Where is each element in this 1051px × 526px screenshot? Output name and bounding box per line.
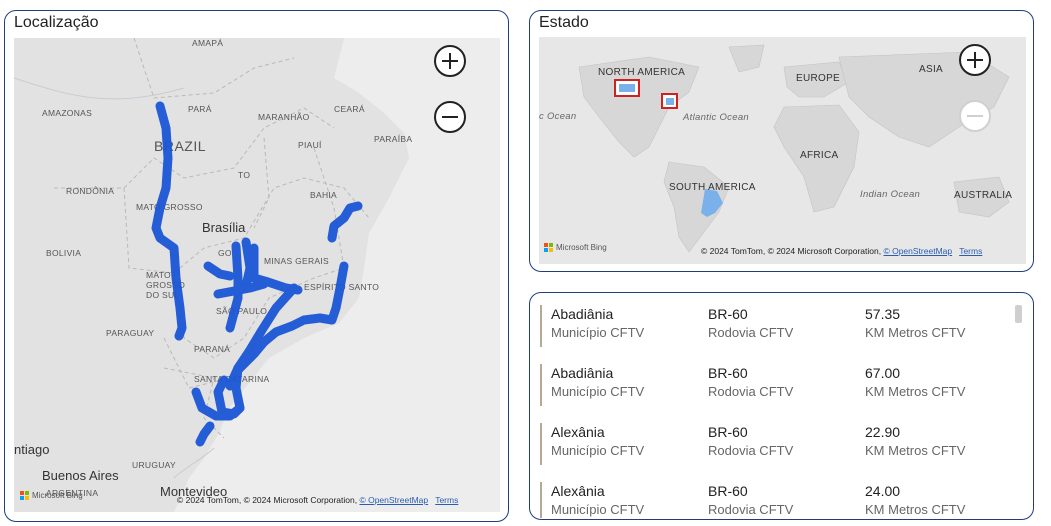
- bing-logo: Microsoft Bing: [20, 491, 83, 500]
- map-attribution: © 2024 TomTom, © 2024 Microsoft Corporat…: [177, 495, 459, 505]
- route-goias-a: [203, 261, 235, 281]
- municipio-cell: Alexânia Município CFTV: [551, 483, 645, 517]
- localizacao-title: Localização: [14, 14, 99, 31]
- list-item[interactable]: Abadiânia Município CFTV BR-60 Rodovia C…: [540, 362, 1010, 408]
- plus-icon: [967, 52, 983, 68]
- zoom-in-button[interactable]: [959, 44, 991, 76]
- terms-link[interactable]: Terms: [435, 495, 458, 505]
- label-pacific-ocean: c Ocean: [539, 111, 577, 122]
- estado-title: Estado: [539, 14, 589, 31]
- label-europe: EUROPE: [796, 73, 841, 84]
- minus-icon: [967, 115, 983, 117]
- label-indian-ocean: Indian Ocean: [860, 189, 921, 200]
- zoom-in-button[interactable]: [434, 45, 466, 77]
- zoom-out-button[interactable]: [959, 100, 991, 132]
- list-item[interactable]: Abadiânia Município CFTV BR-60 Rodovia C…: [540, 303, 1010, 349]
- label-africa: AFRICA: [800, 150, 839, 161]
- label-south-america: SOUTH AMERICA: [669, 182, 756, 193]
- cftv-route-overlay[interactable]: [14, 38, 500, 512]
- km-cell: 22.90 KM Metros CFTV: [865, 424, 966, 458]
- route-bahia: [327, 201, 363, 243]
- municipio-cell: Abadiânia Município CFTV: [551, 365, 645, 399]
- openstreetmap-link[interactable]: © OpenStreetMap: [883, 246, 952, 256]
- list-item[interactable]: Alexânia Município CFTV BR-60 Rodovia CF…: [540, 480, 1010, 518]
- list-item[interactable]: Alexânia Município CFTV BR-60 Rodovia CF…: [540, 421, 1010, 467]
- route-br-163: [151, 101, 187, 341]
- rodovia-cell: BR-60 Rodovia CFTV: [708, 424, 794, 458]
- label-north-america: NORTH AMERICA: [598, 67, 686, 78]
- minus-icon: [442, 116, 458, 118]
- localizacao-map[interactable]: AMAPÁ AMAZONAS PARÁ MARANHÃO CEARÁ BRAZI…: [14, 38, 500, 512]
- label-asia: ASIA: [919, 64, 943, 75]
- km-cell: 24.00 KM Metros CFTV: [865, 483, 966, 517]
- list-scrollbar[interactable]: [1015, 305, 1022, 323]
- zoom-out-button[interactable]: [434, 101, 466, 133]
- plus-icon: [442, 53, 458, 69]
- estado-map[interactable]: NORTH AMERICA EUROPE ASIA Atlantic Ocean…: [539, 37, 1026, 264]
- municipio-cell: Alexânia Município CFTV: [551, 424, 645, 458]
- rodovia-cell: BR-60 Rodovia CFTV: [708, 483, 794, 517]
- rodovia-cell: BR-60 Rodovia CFTV: [708, 306, 794, 340]
- route-goias-c: [241, 237, 255, 291]
- label-australia: AUSTRALIA: [954, 190, 1013, 201]
- route-goias-e: [213, 279, 269, 299]
- km-cell: 67.00 KM Metros CFTV: [865, 365, 966, 399]
- windows-icon: [544, 243, 553, 252]
- bing-logo: Microsoft Bing: [544, 243, 607, 252]
- terms-link[interactable]: Terms: [959, 246, 982, 256]
- municipio-cell: Abadiânia Município CFTV: [551, 306, 645, 340]
- route-rs-south: [195, 421, 215, 447]
- map-attribution: © 2024 TomTom, © 2024 Microsoft Corporat…: [701, 246, 983, 256]
- openstreetmap-link[interactable]: © OpenStreetMap: [359, 495, 428, 505]
- label-atlantic-ocean: Atlantic Ocean: [683, 112, 749, 123]
- windows-icon: [20, 491, 29, 500]
- rodovia-cell: BR-60 Rodovia CFTV: [708, 365, 794, 399]
- brazil-states-highlight: [701, 189, 723, 217]
- km-cell: 57.35 KM Metros CFTV: [865, 306, 966, 340]
